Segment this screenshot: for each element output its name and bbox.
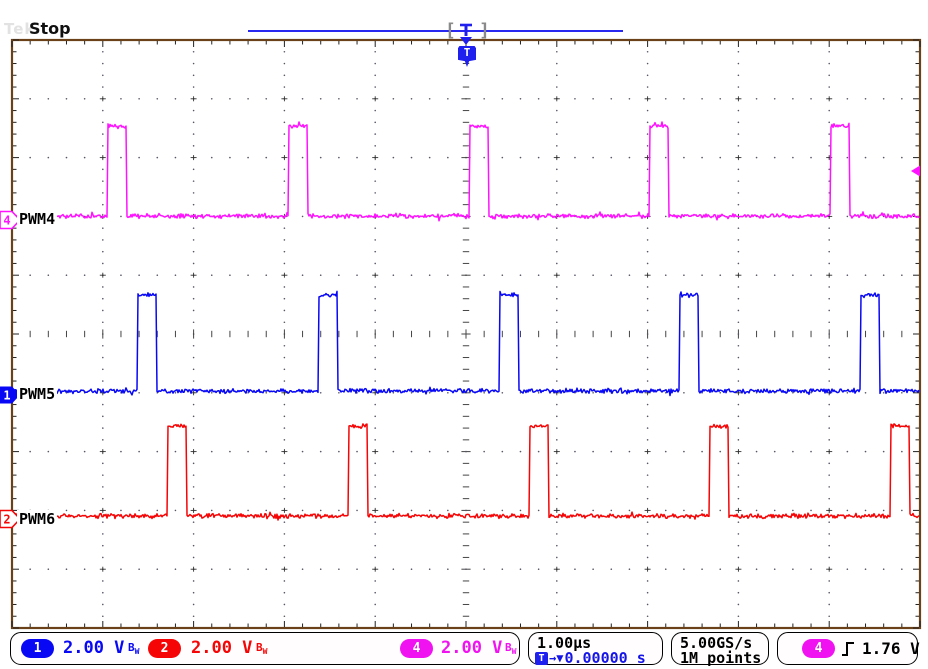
waveform-pwm6 <box>13 424 919 520</box>
ch1-scale-value: 2.00 V <box>63 639 124 658</box>
record-window-bracket-right-icon: ] <box>479 20 490 41</box>
channel-1-marker-label: 1 <box>3 389 10 403</box>
channel-2-marker-label: 2 <box>3 513 10 527</box>
channel-4-marker-label: 4 <box>3 214 10 228</box>
record-length: 1M points <box>680 649 761 667</box>
ch2-bandwidth-icon: BW <box>256 641 267 656</box>
acquisition-status: Stop <box>29 19 71 38</box>
channel-scale-readout-box[interactable]: 1 2.00 V BW 2 2.00 V BW 4 2.00 V BW <box>10 632 520 665</box>
waveform-pwm5 <box>13 291 919 395</box>
rising-edge-slope-icon <box>840 639 857 659</box>
waveform-pwm4 <box>13 122 919 221</box>
ch2-scale-value: 2.00 V <box>191 639 252 658</box>
channel-label-pwm4: PWM4 <box>17 210 57 228</box>
ch4-scale-value: 2.00 V <box>441 639 502 658</box>
ch4-bandwidth-icon: BW <box>505 641 516 656</box>
ch1-badge[interactable]: 1 <box>21 639 54 658</box>
oscilloscope-screen: { "brand": "Tek", "status": "Stop", "tri… <box>0 0 928 669</box>
ch4-badge[interactable]: 4 <box>400 639 433 658</box>
channel-label-pwm6: PWM6 <box>17 510 57 528</box>
record-window-bracket-left-icon: [ <box>445 20 456 41</box>
trigger-level-value: 1.76 V <box>862 639 920 658</box>
ch1-bandwidth-icon: BW <box>128 641 139 656</box>
trigger-flag-label: T <box>458 46 476 60</box>
horizontal-position-arrows-icon: →▼ <box>549 651 563 665</box>
trigger-level-arrow[interactable] <box>911 166 920 177</box>
horizontal-readout-box[interactable]: 1.00µs T →▼ 0.00000 s <box>528 632 663 665</box>
trigger-readout-box[interactable]: 4 1.76 V <box>777 632 918 665</box>
graticule-and-waveforms: 4 1 2 <box>0 0 928 669</box>
horizontal-position-value: 0.00000 s <box>564 649 645 667</box>
channel-label-pwm5: PWM5 <box>17 385 57 403</box>
trigger-source-badge[interactable]: 4 <box>802 639 835 658</box>
ch2-badge[interactable]: 2 <box>148 639 181 658</box>
acquisition-readout-box[interactable]: 5.00GS/s 1M points <box>671 632 769 665</box>
trigger-t-icon: T <box>535 652 548 665</box>
